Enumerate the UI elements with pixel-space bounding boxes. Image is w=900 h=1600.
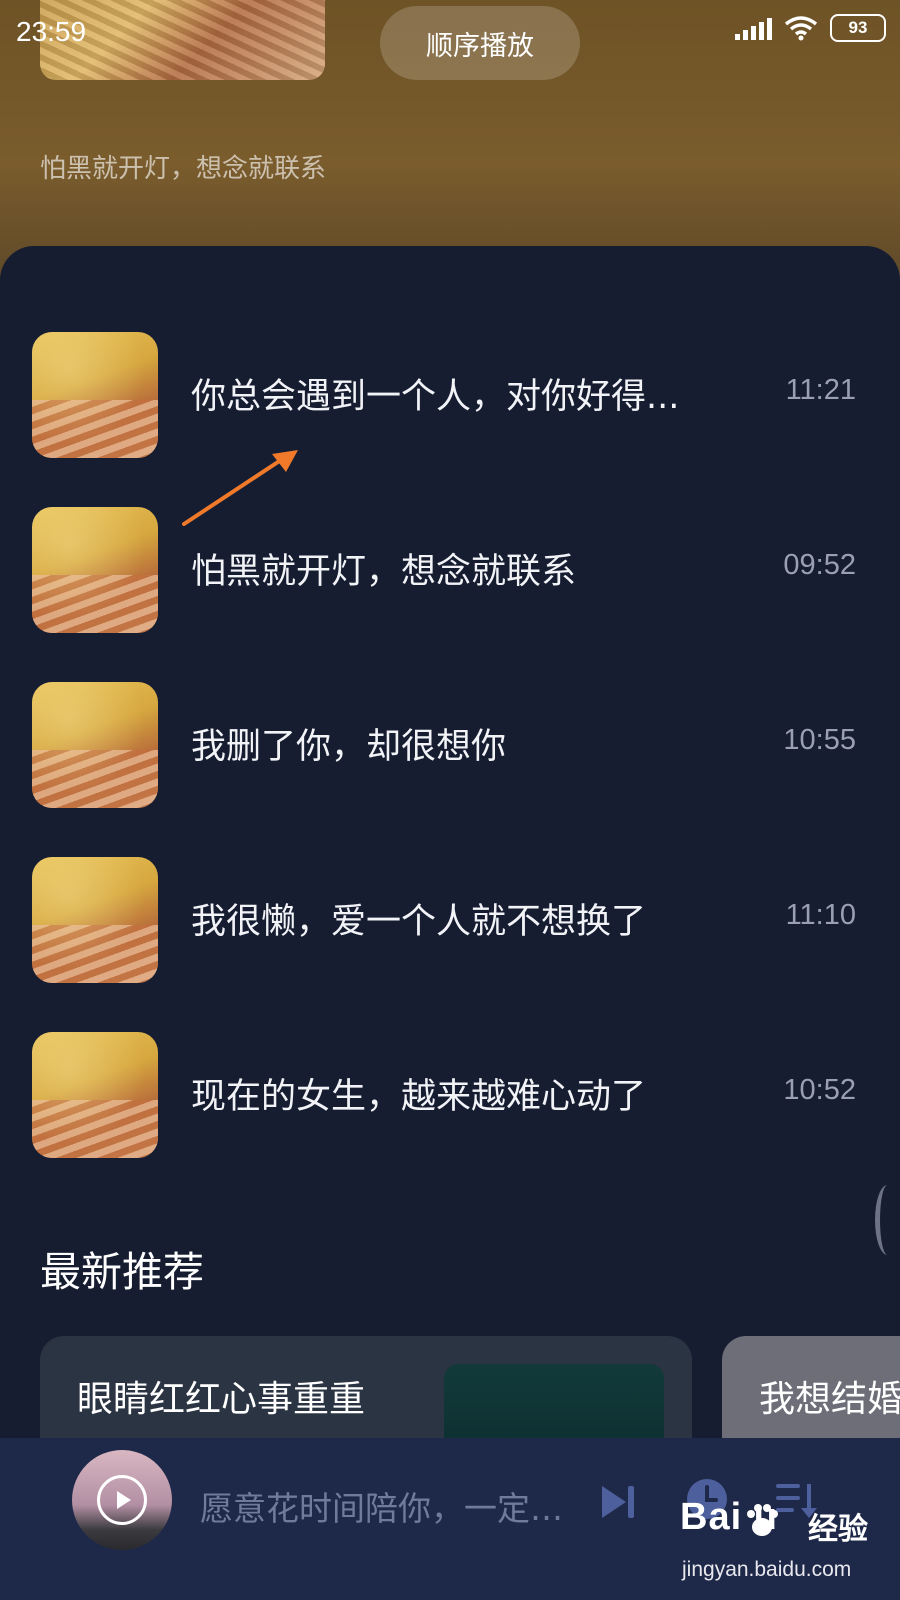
item-time: 11:10 bbox=[785, 899, 856, 931]
section-title: 最新推荐 bbox=[40, 1248, 204, 1296]
item-title: 现在的女生，越来越难心动了 bbox=[191, 1077, 647, 1117]
list-item[interactable]: 怕黑就开灯，想念就联系 09:52 bbox=[32, 507, 856, 633]
status-icons: 93 bbox=[735, 14, 886, 42]
item-thumbnail bbox=[32, 507, 158, 633]
status-time: 23:59 bbox=[16, 16, 87, 47]
play-mode-button[interactable]: 顺序播放 bbox=[380, 6, 580, 80]
wifi-icon bbox=[784, 16, 818, 41]
watermark-url: jingyan.baidu.com bbox=[682, 1558, 852, 1581]
list-item[interactable]: 我删了你，却很想你 10:55 bbox=[32, 682, 856, 808]
now-playing-title[interactable]: 愿意花时间陪你，一定很爱你 bbox=[200, 1482, 595, 1530]
item-title: 我很懒，爱一个人就不想换了 bbox=[191, 902, 647, 942]
item-title: 你总会遇到一个人，对你好得... bbox=[191, 377, 680, 417]
item-thumbnail bbox=[32, 857, 158, 983]
baidu-watermark: Bai u 经验 jingyan.baidu.com bbox=[680, 1496, 890, 1596]
item-title: 我删了你，却很想你 bbox=[191, 727, 507, 767]
player-cover[interactable] bbox=[72, 1450, 172, 1550]
item-title: 怕黑就开灯，想念就联系 bbox=[191, 552, 577, 592]
item-time: 10:52 bbox=[783, 1074, 856, 1106]
item-time: 11:21 bbox=[785, 374, 856, 406]
annotation-arrow bbox=[182, 450, 298, 526]
list-item[interactable]: 现在的女生，越来越难心动了 10:52 bbox=[32, 1032, 856, 1158]
list-item[interactable]: 我很懒，爱一个人就不想换了 11:10 bbox=[32, 857, 856, 983]
play-icon[interactable] bbox=[97, 1475, 147, 1525]
list-item[interactable]: 你总会遇到一个人，对你好得... 11:21 bbox=[32, 332, 856, 458]
next-track-icon[interactable] bbox=[600, 1482, 636, 1522]
card-title: 我想结婚 bbox=[759, 1379, 900, 1420]
paw-icon bbox=[747, 1504, 778, 1536]
item-thumbnail bbox=[32, 332, 158, 458]
battery-indicator: 93 bbox=[830, 14, 886, 42]
item-thumbnail bbox=[32, 682, 158, 808]
side-drawer-handle[interactable] bbox=[875, 1185, 900, 1255]
item-time: 10:55 bbox=[783, 724, 856, 756]
header-subtitle: 怕黑就开灯，想念就联系 bbox=[40, 154, 327, 184]
item-time: 09:52 bbox=[783, 549, 856, 581]
item-thumbnail bbox=[32, 1032, 158, 1158]
card-title: 眼睛红红心事重重 bbox=[77, 1379, 366, 1420]
signal-icon bbox=[735, 16, 772, 40]
watermark-label: 经验 bbox=[808, 1513, 868, 1546]
